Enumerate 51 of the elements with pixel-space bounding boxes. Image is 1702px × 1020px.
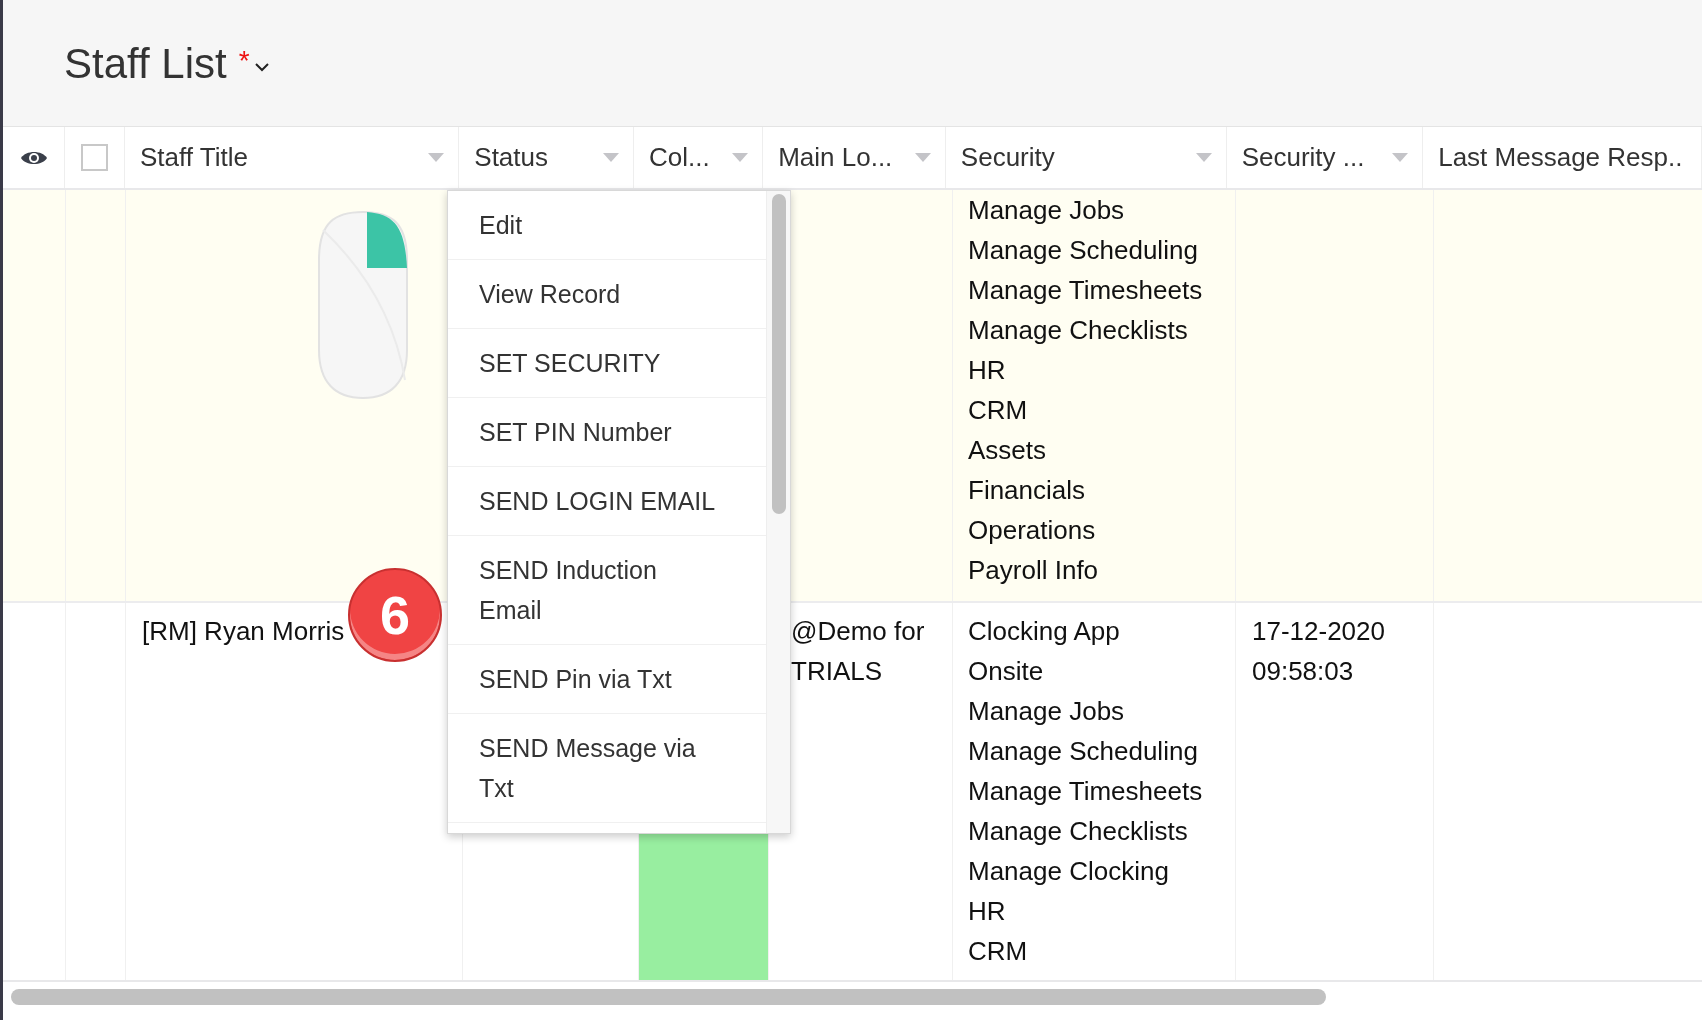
sort-caret-icon[interactable] [1392, 153, 1409, 162]
page-title: Staff List [64, 38, 227, 89]
sort-caret-icon[interactable] [1195, 153, 1212, 162]
location-text: @Demo for [791, 615, 926, 648]
permission-text: Manage Scheduling [968, 234, 1199, 267]
permission-text: Clocking App [968, 615, 1121, 648]
sort-caret-icon[interactable] [914, 153, 931, 162]
permission-text: Assets [968, 434, 1048, 467]
permission-text: Manage Jobs [968, 194, 1126, 227]
permission-text: Manage Scheduling [968, 735, 1199, 768]
staff-name: [RM] Ryan Morris [142, 616, 345, 646]
permission-text: CRM [968, 935, 1029, 968]
sort-caret-icon[interactable] [732, 153, 749, 162]
column-header[interactable]: Security [960, 138, 1055, 177]
sort-caret-icon[interactable] [603, 153, 620, 162]
menu-item[interactable]: SEND LOGIN EMAIL [479, 481, 717, 521]
date-text: 17-12-2020 [1252, 615, 1386, 648]
permission-text: HR [968, 354, 1007, 387]
column-header[interactable]: Staff Title [139, 138, 248, 177]
menu-scrollbar[interactable] [771, 194, 786, 514]
permission-text: Manage Clocking [968, 855, 1170, 888]
permission-text: Manage Timesheets [968, 775, 1204, 808]
permission-text: Manage Jobs [968, 695, 1126, 728]
permission-text: Financials [968, 474, 1087, 507]
column-header[interactable]: Security ... [1241, 138, 1365, 177]
menu-item[interactable]: SEND Message via Txt [479, 728, 717, 808]
required-mark: * [238, 44, 250, 78]
column-header[interactable]: Col... [649, 138, 710, 177]
permission-text: Onsite [968, 655, 1045, 688]
column-header[interactable]: Last Message Resp.. [1438, 138, 1683, 177]
menu-item[interactable]: View Record [479, 274, 717, 314]
location-text: TRIALS [791, 655, 884, 688]
menu-item[interactable]: SET SECURITY [479, 343, 717, 383]
permission-text: HR [968, 895, 1007, 928]
select-all-checkbox[interactable] [81, 144, 109, 171]
horizontal-scrollbar[interactable] [11, 989, 1326, 1005]
permission-text: Manage Checklists [968, 314, 1189, 347]
sort-caret-icon[interactable] [428, 153, 445, 162]
permission-text: Operations [968, 514, 1097, 547]
menu-item[interactable]: SEND Pin via Txt [479, 659, 717, 699]
column-header[interactable]: Status [474, 138, 548, 177]
permission-text: Payroll Info [968, 554, 1100, 587]
menu-item[interactable]: Edit [479, 205, 717, 245]
permission-text: Manage Checklists [968, 815, 1189, 848]
date-text: 09:58:03 [1252, 655, 1355, 688]
permission-text: Manage Timesheets [968, 274, 1204, 307]
mouse-icon [315, 210, 411, 400]
column-header[interactable]: Main Lo... [778, 138, 893, 177]
permission-text: CRM [968, 394, 1029, 427]
menu-item[interactable]: SET PIN Number [479, 412, 717, 452]
chevron-down-icon[interactable] [253, 62, 270, 72]
